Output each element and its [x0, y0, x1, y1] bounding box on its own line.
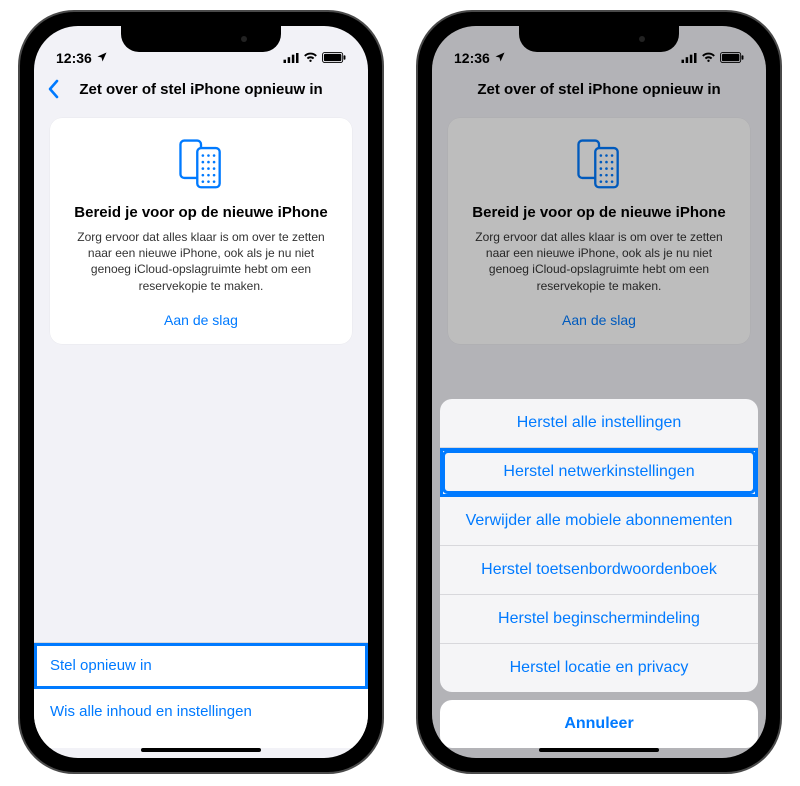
nav-bar: Zet over of stel iPhone opnieuw in	[34, 68, 368, 110]
screen-left: 12:36 Zet over of stel	[34, 26, 368, 758]
page-title: Zet over of stel iPhone opnieuw in	[79, 81, 322, 98]
home-indicator[interactable]	[539, 748, 659, 752]
notch	[121, 26, 281, 52]
location-icon	[96, 50, 108, 66]
card-body: Zorg ervoor dat alles klaar is om over t…	[66, 229, 336, 294]
erase-row[interactable]: Wis alle inhoud en instellingen	[34, 689, 368, 734]
reset-action-sheet: Herstel alle instellingen Herstel netwer…	[440, 399, 758, 748]
home-indicator[interactable]	[141, 748, 261, 752]
wifi-icon	[303, 50, 318, 66]
sheet-reset-network[interactable]: Herstel netwerkinstellingen	[440, 448, 758, 497]
bottom-list: Stel opnieuw in Wis alle inhoud en inste…	[34, 642, 368, 748]
screen-right: 12:36 Zet over of stel iPhone opnieuw in	[432, 26, 766, 758]
sheet-remove-cellular-plans[interactable]: Verwijder alle mobiele abonnementen	[440, 497, 758, 546]
notch	[519, 26, 679, 52]
sheet-reset-keyboard-dictionary[interactable]: Herstel toetsenbordwoordenboek	[440, 546, 758, 595]
card-title: Bereid je voor op de nieuwe iPhone	[66, 204, 336, 221]
cellular-icon	[283, 50, 299, 66]
sheet-reset-location-privacy[interactable]: Herstel locatie en privacy	[440, 644, 758, 692]
reset-row[interactable]: Stel opnieuw in	[34, 643, 368, 689]
transfer-phones-icon	[66, 136, 336, 190]
device-frame-right: 12:36 Zet over of stel iPhone opnieuw in	[416, 10, 782, 774]
sheet-options: Herstel alle instellingen Herstel netwer…	[440, 399, 758, 692]
prepare-card: Bereid je voor op de nieuwe iPhone Zorg …	[50, 118, 352, 344]
sheet-reset-home-layout[interactable]: Herstel beginschermindeling	[440, 595, 758, 644]
sheet-cancel-button[interactable]: Annuleer	[440, 700, 758, 748]
battery-icon	[322, 50, 346, 66]
back-button[interactable]	[46, 79, 60, 99]
status-time: 12:36	[56, 50, 92, 66]
sheet-reset-all-settings[interactable]: Herstel alle instellingen	[440, 399, 758, 448]
device-frame-left: 12:36 Zet over of stel	[18, 10, 384, 774]
get-started-link[interactable]: Aan de slag	[66, 312, 336, 328]
